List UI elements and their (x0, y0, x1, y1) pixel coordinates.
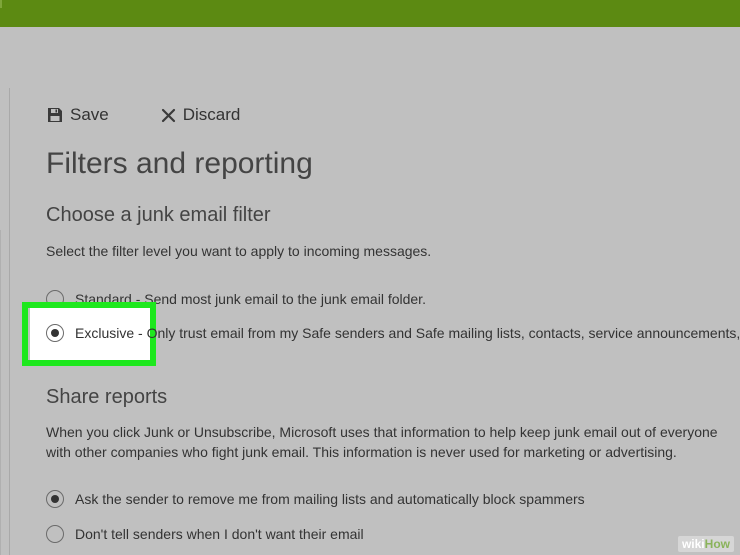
top-bar (0, 0, 740, 27)
share-reports-description-line2: with other companies who fight junk emai… (46, 444, 677, 460)
share-reports-heading: Share reports (46, 386, 168, 408)
left-divider-outer (0, 230, 1, 555)
wikihow-watermark: wikiHow (677, 536, 734, 552)
report-option-dont-tell[interactable]: Don't tell senders when I don't want the… (46, 525, 364, 543)
save-icon (47, 107, 63, 123)
filter-option-exclusive-label: Exclusive - Only trust email from my Saf… (75, 325, 740, 341)
junk-filter-heading: Choose a junk email filter (46, 204, 271, 226)
top-bar-edge (0, 0, 2, 8)
filter-option-exclusive[interactable]: Exclusive - Only trust email from my Saf… (46, 324, 740, 342)
report-option-ask-sender-label: Ask the sender to remove me from mailing… (75, 491, 585, 507)
radio-ask-sender[interactable] (46, 490, 64, 508)
radio-dont-tell[interactable] (46, 525, 64, 543)
radio-exclusive[interactable] (46, 324, 64, 342)
junk-filter-description: Select the filter level you want to appl… (46, 243, 432, 259)
save-label: Save (70, 105, 109, 124)
save-button[interactable]: Save (47, 105, 109, 125)
watermark-wiki: wiki (681, 537, 705, 551)
discard-button[interactable]: Discard (161, 105, 241, 125)
watermark-how: How (704, 537, 730, 551)
share-reports-description-line1: When you click Junk or Unsubscribe, Micr… (46, 424, 718, 440)
report-option-ask-sender[interactable]: Ask the sender to remove me from mailing… (46, 490, 585, 508)
left-divider (9, 88, 10, 555)
report-option-dont-tell-label: Don't tell senders when I don't want the… (75, 526, 364, 542)
toolbar: Save Discard (47, 103, 240, 127)
page-title: Filters and reporting (46, 147, 313, 180)
discard-label: Discard (182, 105, 241, 124)
close-icon (161, 108, 176, 123)
